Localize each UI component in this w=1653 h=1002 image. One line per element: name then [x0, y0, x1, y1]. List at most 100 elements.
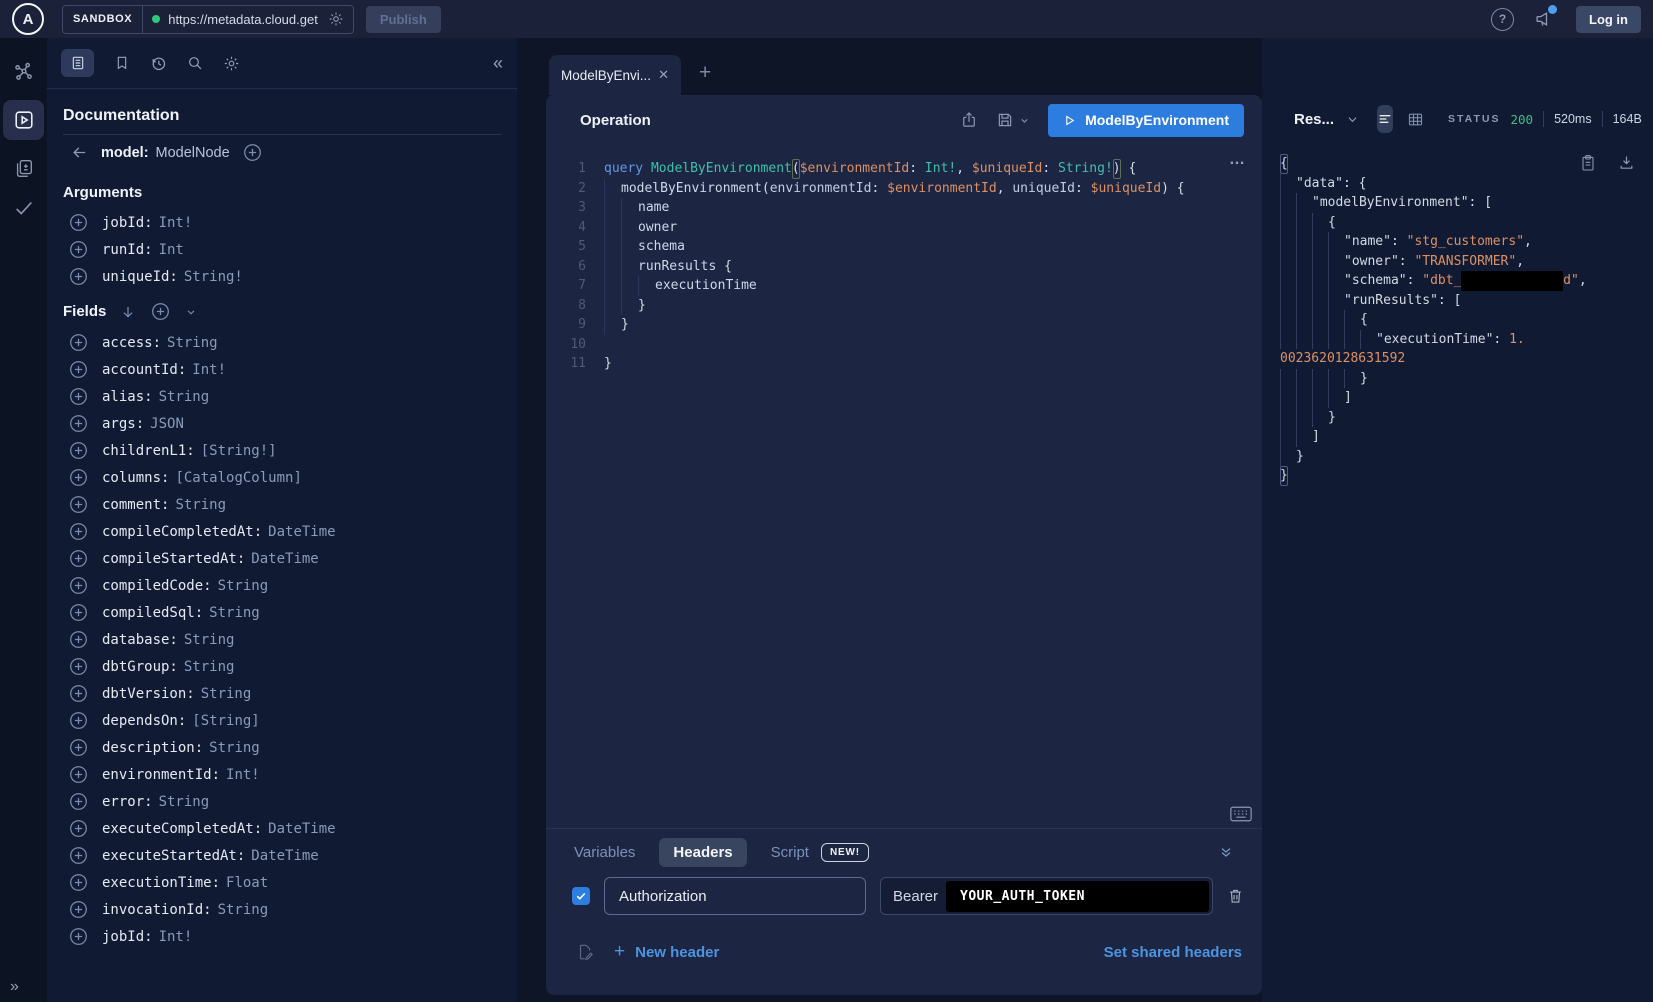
settings-gear-icon[interactable]	[223, 55, 240, 72]
argument-type[interactable]: String!	[184, 269, 243, 285]
response-title[interactable]: Res...	[1294, 111, 1334, 128]
field-row[interactable]: jobId:Int!	[63, 927, 501, 946]
publish-button[interactable]: Publish	[366, 6, 441, 33]
argument-type[interactable]: Int!	[159, 215, 193, 231]
field-type[interactable]: Int!	[226, 767, 260, 783]
argument-type[interactable]: Int	[159, 242, 184, 258]
field-type[interactable]: [String]	[192, 713, 259, 729]
argument-row[interactable]: runId:Int	[63, 240, 501, 259]
help-icon[interactable]: ?	[1491, 8, 1514, 31]
collapse-panel-icon[interactable]: «	[493, 53, 503, 74]
expand-rail-icon[interactable]: »	[10, 978, 19, 996]
add-to-query-plus-icon[interactable]	[69, 576, 88, 595]
close-tab-icon[interactable]: ✕	[658, 67, 669, 83]
field-row[interactable]: database:String	[63, 630, 501, 649]
field-type[interactable]: String	[209, 740, 260, 756]
endpoint-url-field[interactable]: https://metadata.cloud.get	[143, 6, 353, 33]
add-to-query-plus-icon[interactable]	[69, 414, 88, 433]
response-body[interactable]: {"data": {"modelByEnvironment": [{"name"…	[1262, 140, 1653, 486]
sort-fields-icon[interactable]	[120, 304, 136, 320]
field-type[interactable]: Int!	[159, 929, 193, 945]
field-row[interactable]: description:String	[63, 738, 501, 757]
field-row[interactable]: args:JSON	[63, 414, 501, 433]
documentation-tab-icon[interactable]	[61, 49, 94, 77]
collapse-request-panel-icon[interactable]	[1218, 844, 1234, 860]
field-row[interactable]: columns:[CatalogColumn]	[63, 468, 501, 487]
fields-menu-chevron-icon[interactable]	[185, 306, 197, 318]
add-to-query-plus-icon[interactable]	[69, 549, 88, 568]
add-to-query-plus-icon[interactable]	[69, 657, 88, 676]
add-to-query-plus-icon[interactable]	[69, 267, 88, 286]
field-row[interactable]: compiledCode:String	[63, 576, 501, 595]
field-type[interactable]: JSON	[150, 416, 184, 432]
field-row[interactable]: error:String	[63, 792, 501, 811]
field-row[interactable]: environmentId:Int!	[63, 765, 501, 784]
share-operation-icon[interactable]	[960, 111, 978, 129]
announcements-button[interactable]	[1534, 9, 1554, 29]
add-to-query-plus-icon[interactable]	[69, 711, 88, 730]
endpoint-settings-gear-icon[interactable]	[328, 11, 344, 27]
field-row[interactable]: dbtVersion:String	[63, 684, 501, 703]
new-tab-icon[interactable]: +	[699, 62, 711, 83]
tab-variables[interactable]: Variables	[574, 844, 635, 861]
set-shared-headers-link[interactable]: Set shared headers	[1104, 944, 1242, 961]
add-to-query-plus-icon[interactable]	[69, 441, 88, 460]
field-type[interactable]: String	[184, 659, 235, 675]
field-type[interactable]: String	[201, 686, 252, 702]
field-row[interactable]: executionTime:Float	[63, 873, 501, 892]
tab-script[interactable]: Script	[771, 844, 809, 861]
operation-tab[interactable]: ModelByEnvi... ✕	[549, 55, 681, 95]
add-to-query-plus-icon[interactable]	[69, 765, 88, 784]
add-to-query-plus-icon[interactable]	[69, 495, 88, 514]
add-to-query-plus-icon[interactable]	[69, 603, 88, 622]
field-row[interactable]: accountId:Int!	[63, 360, 501, 379]
add-to-query-plus-icon[interactable]	[69, 630, 88, 649]
header-enabled-checkbox[interactable]	[572, 887, 590, 905]
add-all-fields-icon[interactable]	[243, 143, 262, 162]
add-to-query-plus-icon[interactable]	[69, 846, 88, 865]
search-icon[interactable]	[187, 55, 203, 71]
field-type[interactable]: String	[167, 335, 218, 351]
history-icon[interactable]	[150, 55, 167, 72]
field-row[interactable]: compileCompletedAt:DateTime	[63, 522, 501, 541]
back-arrow-icon[interactable]	[71, 144, 88, 161]
add-to-query-plus-icon[interactable]	[69, 927, 88, 946]
field-type[interactable]: [String!]	[201, 443, 277, 459]
add-fields-icon[interactable]	[151, 302, 170, 321]
bookmarks-icon[interactable]	[114, 55, 130, 71]
auth-token-value[interactable]: YOUR_AUTH_TOKEN	[946, 881, 1209, 912]
header-value-field[interactable]: Bearer YOUR_AUTH_TOKEN	[880, 877, 1213, 915]
login-button[interactable]: Log in	[1576, 6, 1641, 33]
field-type[interactable]: DateTime	[251, 848, 318, 864]
field-row[interactable]: comment:String	[63, 495, 501, 514]
editor-more-menu-icon[interactable]: …	[1229, 151, 1246, 169]
add-to-query-plus-icon[interactable]	[69, 819, 88, 838]
endpoint-url[interactable]: https://metadata.cloud.get	[168, 12, 318, 27]
add-to-query-plus-icon[interactable]	[69, 738, 88, 757]
collections-nav-icon[interactable]	[0, 148, 47, 188]
field-type[interactable]: String	[209, 605, 260, 621]
add-to-query-plus-icon[interactable]	[69, 900, 88, 919]
field-row[interactable]: invocationId:String	[63, 900, 501, 919]
run-operation-button[interactable]: ModelByEnvironment	[1048, 104, 1244, 137]
graphql-editor[interactable]: 1query ModelByEnvironment($environmentId…	[546, 145, 1262, 828]
add-to-query-plus-icon[interactable]	[69, 213, 88, 232]
explorer-nav-icon[interactable]	[3, 100, 44, 140]
edit-headers-raw-icon[interactable]	[576, 943, 594, 961]
header-name-input[interactable]	[604, 877, 866, 915]
field-type[interactable]: String	[184, 632, 235, 648]
new-header-button[interactable]: + New header	[614, 941, 719, 963]
add-to-query-plus-icon[interactable]	[69, 684, 88, 703]
save-operation-icon[interactable]	[996, 111, 1014, 129]
tree-view-toggle[interactable]	[1377, 105, 1393, 133]
add-to-query-plus-icon[interactable]	[69, 792, 88, 811]
save-menu-chevron-icon[interactable]	[1019, 115, 1030, 126]
download-response-icon[interactable]	[1618, 154, 1635, 172]
field-type[interactable]: Float	[226, 875, 268, 891]
field-type[interactable]: DateTime	[268, 524, 335, 540]
table-view-toggle[interactable]	[1407, 111, 1424, 128]
add-to-query-plus-icon[interactable]	[69, 387, 88, 406]
add-to-query-plus-icon[interactable]	[69, 333, 88, 352]
copy-response-icon[interactable]	[1580, 154, 1596, 172]
checks-nav-icon[interactable]	[0, 188, 47, 228]
